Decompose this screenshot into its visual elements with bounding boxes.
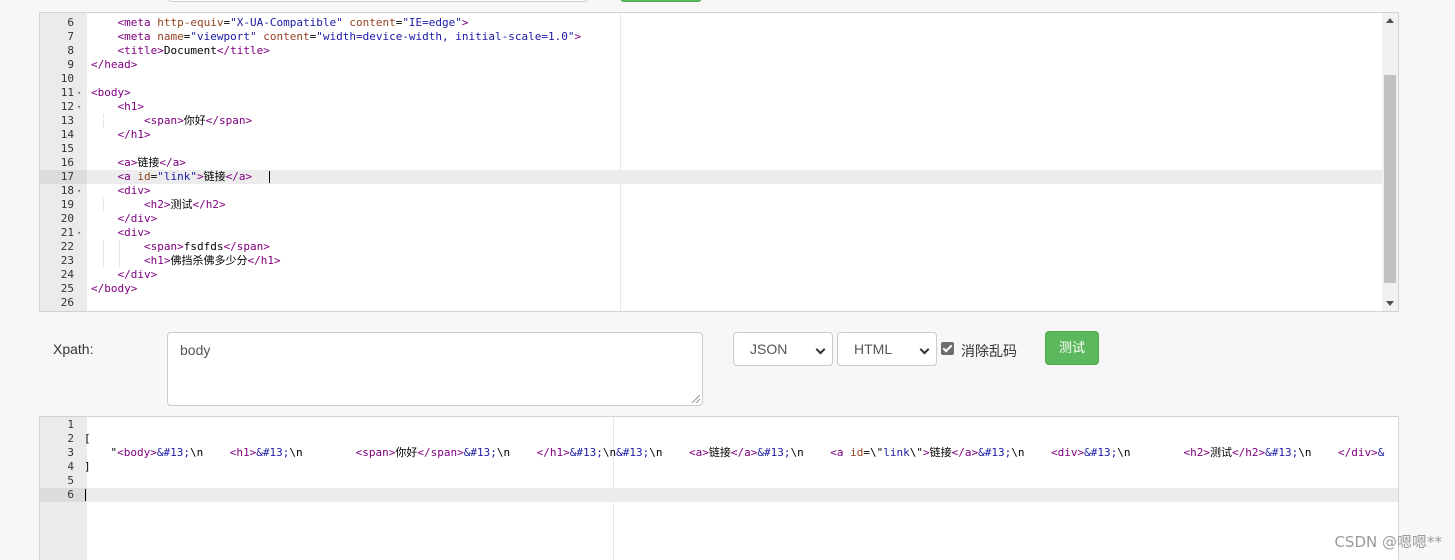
xpath-label: Xpath: [53,341,94,357]
active-line-highlight [87,488,1398,502]
scroll-thumb[interactable] [1384,75,1396,283]
line-number: 9 [67,58,74,71]
line-number: 25 [60,282,74,295]
editor-scrollbar[interactable] [1382,13,1398,311]
code-line: <h1> [117,100,145,113]
code-line: <div> [117,226,151,239]
code-line: </body> [91,282,138,295]
output-format-value: JSON [750,341,788,357]
line-number: 3 [67,446,74,459]
code-line: <meta name="viewport" content="width=dev… [117,30,582,43]
text-cursor [85,489,86,501]
code-line: <a>链接</a> [117,156,186,169]
url-input[interactable] [168,0,588,2]
line-number: 18 [60,184,74,197]
line-number: 13 [60,114,74,127]
line-number: 6 [67,16,74,29]
fold-toggle-icon[interactable]: ▾ [77,226,81,240]
line-number: 10 [60,72,74,85]
code-line: </div> [117,268,158,281]
fold-toggle-icon[interactable]: ▾ [77,86,81,100]
code-line: <body> [91,86,131,99]
line-number: 17 [60,170,74,183]
parse-type-value: HTML [854,341,893,357]
line-number: 4 [67,460,74,473]
code-line: "<body>&#13;\n <h1>&#13;\n <span>你好</spa… [84,446,1385,459]
scroll-up-arrow-icon[interactable] [1386,18,1394,23]
source-code-editor[interactable]: 6 <meta http-equiv="X-UA-Compatible" con… [39,12,1399,312]
line-number: 5 [67,474,74,487]
xpath-input-value: body [180,342,211,358]
parse-type-select[interactable]: HTML [837,332,937,366]
code-line: <span>fsdfds</span> [143,240,270,253]
result-editor[interactable]: 1 2 [3 "<body>&#13;\n <h1>&#13;\n <span>你好… [39,416,1399,560]
line-number: 23 [60,254,74,267]
code-line: [ [84,432,91,445]
fold-toggle-icon[interactable]: ▾ [77,184,81,198]
line-number: 6 [67,488,74,501]
output-format-select[interactable]: JSON [733,332,833,366]
line-number: 1 [67,418,74,431]
line-number: 15 [60,142,74,155]
watermark: CSDN @嗯嗯** [1334,533,1442,551]
line-number: 20 [60,212,74,225]
line-number: 7 [67,30,74,43]
indent-guide [103,114,104,128]
indent-guide [103,240,104,268]
code-line: ] [84,460,91,473]
line-number: 8 [67,44,74,57]
chevron-down-icon [919,344,930,355]
test-button[interactable]: 测试 [1045,331,1099,365]
line-number: 11 [60,86,74,99]
line-number: 2 [67,432,74,445]
resize-grip-icon[interactable] [692,395,700,403]
top-submit-button[interactable] [620,0,702,2]
fold-toggle-icon[interactable]: ▾ [77,100,81,114]
code-line: </h1> [117,128,151,141]
code-line: <title>Document</title> [117,44,270,57]
code-line: </head> [91,58,138,71]
remove-garbled-label[interactable]: 消除乱码 [961,341,1017,361]
chevron-down-icon [815,344,826,355]
xpath-input[interactable]: body [167,332,703,406]
line-number: 22 [60,240,74,253]
indent-guide [103,198,104,212]
line-number: 21 [60,226,74,239]
code-line: <a id="link">链接</a> [117,170,253,183]
line-number: 26 [60,296,74,309]
code-line: <span>你好</span> [143,114,253,127]
line-number: 19 [60,198,74,211]
code-line: <h2>测试</h2> [143,198,226,211]
code-line: <div> [117,184,151,197]
scroll-down-arrow-icon[interactable] [1386,301,1394,306]
line-number: 24 [60,268,74,281]
line-number: 16 [60,156,74,169]
active-line-highlight [87,170,1382,184]
code-line: </div> [117,212,158,225]
text-cursor [269,171,270,183]
print-margin [620,13,621,311]
line-number: 12 [60,100,74,113]
line-number: 14 [60,128,74,141]
indent-guide [119,240,120,268]
code-line: <meta http-equiv="X-UA-Compatible" conte… [117,16,469,29]
remove-garbled-checkbox[interactable] [941,342,954,355]
